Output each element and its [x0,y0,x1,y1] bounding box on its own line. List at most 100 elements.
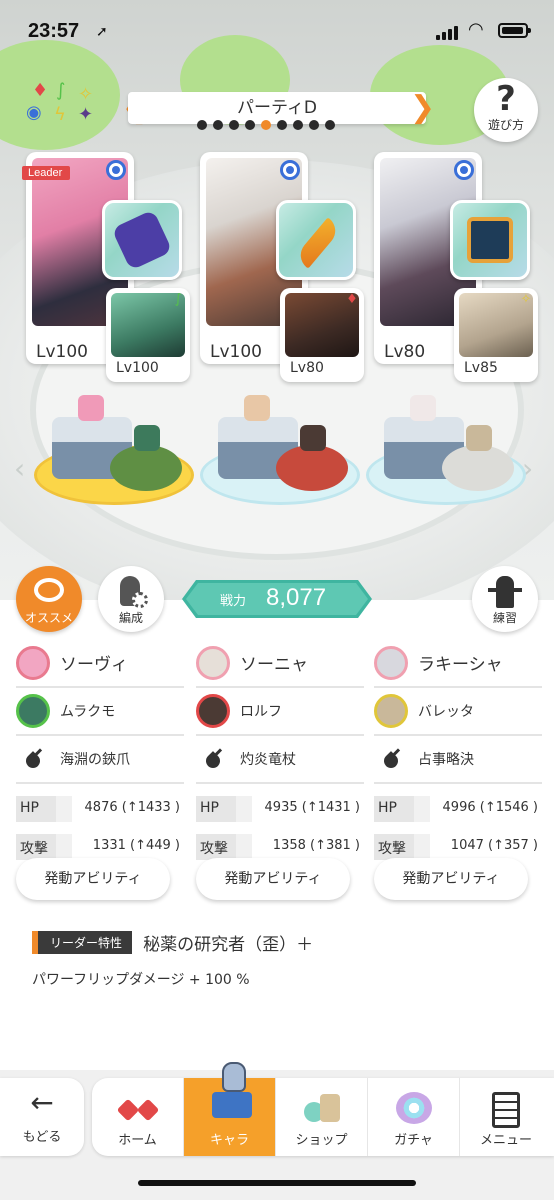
gacha-icon [396,1092,432,1124]
sub-character-name: ロルフ [240,704,282,720]
element-chart-icon[interactable]: ♦ ∫ ✧ ◉ ϟ ✦ [26,80,106,130]
weapon-slot[interactable] [276,200,356,280]
water-element-icon [454,160,474,180]
hp-stat: HP 4996 (↑1546 ) [374,794,542,826]
ability-button-3[interactable]: 発動アビリティ [374,858,528,900]
hp-stat: HP 4935 (↑1431 ) [196,794,364,826]
power-label: 戦力 [220,594,247,609]
team-power-banner: 戦力 8,077 [182,580,372,618]
character-stats-3: ラキーシャ バレッタ 占事略決 HP 4996 (↑1546 ) 攻撃 1047… [374,640,542,864]
weapon-row[interactable]: 海淵の鋏爪 [16,736,184,784]
next-party-arrow[interactable]: ❯ [410,92,435,124]
sub-character-name: ムラクモ [60,704,116,720]
nav-menu[interactable]: メニュー [460,1078,552,1156]
recommend-button[interactable]: オススメ [16,566,82,632]
nav-menu-label: メニュー [479,1133,532,1148]
recommend-icon [34,578,64,602]
attack-label: 攻撃 [20,841,48,857]
weapon-slot[interactable] [450,200,530,280]
character-sprite [466,425,492,451]
main-level: Lv100 [36,342,88,362]
hp-label: HP [20,800,39,816]
fire-element-icon: ♦ [346,292,358,307]
attack-label: 攻撃 [200,841,228,857]
nav-chara[interactable]: キャラ [184,1062,276,1156]
platform-block [442,445,514,491]
back-button[interactable]: ← もどる [0,1078,84,1156]
back-arrow-icon: ← [30,1086,54,1119]
training-dummy-icon [488,576,522,608]
weapon-name: 占事略決 [418,752,474,768]
weapon-icon [22,748,44,770]
weapon-slot[interactable] [102,200,182,280]
main-character-name: ラキーシャ [418,655,503,675]
character-sprite [134,425,160,451]
character-slot-1[interactable]: Lv100 Leader ∫ Lv100 [22,152,194,382]
status-time: 23:57 [28,20,80,42]
bottom-nav: ホーム キャラ ショップ ガチャ メニュー [92,1062,554,1156]
back-label: もどる [22,1130,62,1145]
character-icon [212,1062,252,1118]
ability-button-1[interactable]: 発動アビリティ [16,858,170,900]
page-dot [277,120,287,130]
sub-character-portrait[interactable]: ♦ Lv80 [280,288,364,382]
power-value: 8,077 [266,584,327,611]
character-platform [366,395,526,515]
character-slot-3[interactable]: Lv80 ✧ Lv85 [374,152,542,382]
nav-shop[interactable]: ショップ [276,1078,368,1156]
sub-character-portrait[interactable]: ✧ Lv85 [454,288,538,382]
character-sprite [244,395,270,421]
nav-home-label: ホーム [118,1133,157,1148]
sub-character-row[interactable]: ロルフ [196,688,364,736]
hp-value: 4935 (↑1431 ) [264,800,360,815]
character-sprite [300,425,326,451]
sub-character-row[interactable]: ムラクモ [16,688,184,736]
training-button[interactable]: 練習 [472,566,538,632]
main-character-row[interactable]: ラキーシャ [374,640,542,688]
avatar [16,646,50,680]
sub-character-row[interactable]: バレッタ [374,688,542,736]
home-indicator[interactable] [138,1180,416,1186]
platform-block [276,445,348,491]
weapon-row[interactable]: 灼炎竜杖 [196,736,364,784]
recommend-label: オススメ [24,611,73,625]
formation-button[interactable]: 編成 [98,566,164,632]
page-dot [325,120,335,130]
wind-element-icon: ∫ [174,292,182,307]
scroll-left-arrow[interactable]: ‹ [14,452,25,485]
ability-button-2[interactable]: 発動アビリティ [196,858,350,900]
sub-level: Lv100 [116,360,159,376]
main-character-row[interactable]: ソーニャ [196,640,364,688]
weapon-row[interactable]: 占事略決 [374,736,542,784]
platform-block [110,445,182,491]
hp-label: HP [200,800,219,816]
nav-home[interactable]: ホーム [92,1078,184,1156]
character-slot-2[interactable]: Lv100 ♦ Lv80 [200,152,368,382]
leader-trait-name: 秘薬の研究者（歪）＋ [143,935,314,955]
character-sprite [78,395,104,421]
leader-trait: リーダー特性 秘薬の研究者（歪）＋ パワーフリップダメージ + 100 % [32,930,532,989]
nav-gacha[interactable]: ガチャ [368,1078,460,1156]
page-dot [309,120,319,130]
location-arrow-icon: ➚ [96,24,108,40]
avatar [16,694,50,728]
hp-value: 4996 (↑1546 ) [442,800,538,815]
nav-gacha-label: ガチャ [394,1133,433,1148]
hp-value: 4876 (↑1433 ) [84,800,180,815]
attack-value: 1047 (↑357 ) [450,838,538,853]
weapon-icon [380,748,402,770]
character-sprite [410,395,436,421]
avatar [196,646,230,680]
help-button[interactable]: ? 遊び方 [474,78,538,142]
sub-character-portrait[interactable]: ∫ Lv100 [106,288,190,382]
shop-icon [304,1092,340,1124]
page-dot [229,120,239,130]
main-character-name: ソーヴィ [60,655,128,675]
avatar [374,646,408,680]
cellular-signal-icon [436,24,460,40]
main-character-row[interactable]: ソーヴィ [16,640,184,688]
water-element-icon [106,160,126,180]
hp-label: HP [378,800,397,816]
home-icon [120,1092,156,1124]
character-stats-1: ソーヴィ ムラクモ 海淵の鋏爪 HP 4876 (↑1433 ) 攻撃 1331… [16,640,184,864]
